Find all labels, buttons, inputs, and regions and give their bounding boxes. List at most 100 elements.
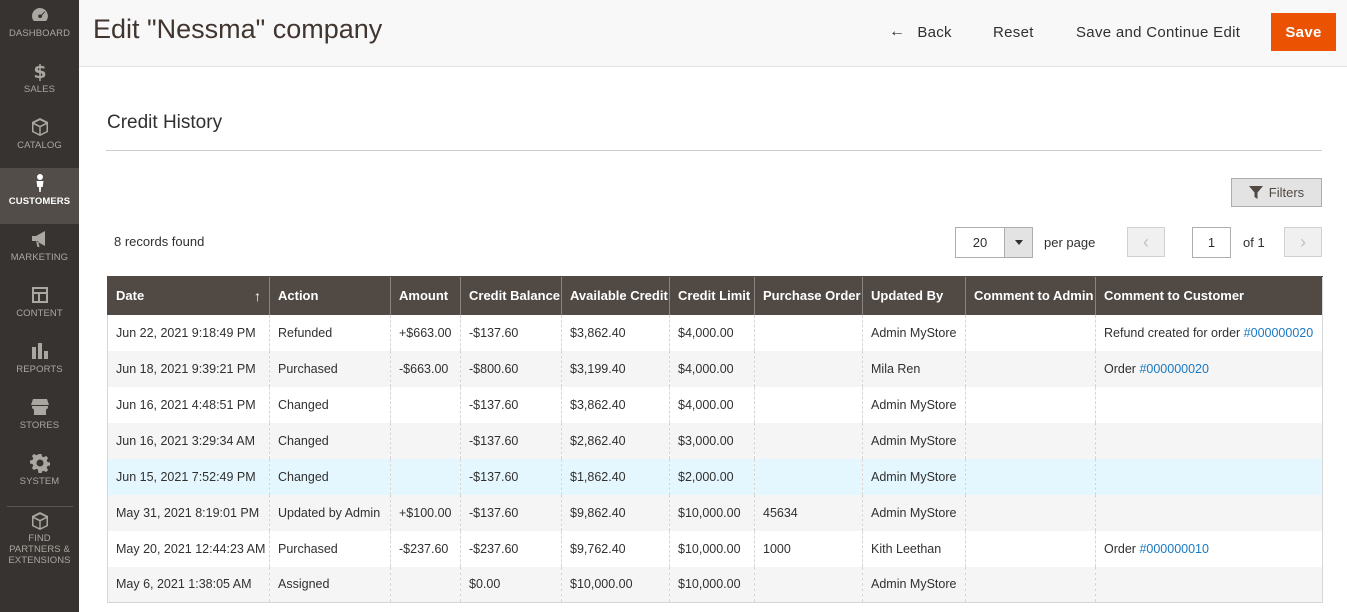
layout-icon: [29, 284, 51, 306]
table-row[interactable]: Jun 16, 2021 4:48:51 PM Changed -$137.60 $3…: [108, 386, 1323, 423]
cell-comment-to-customer: Order #000000020: [1095, 350, 1323, 387]
cell-purchase-order: [754, 566, 863, 603]
cell-comment-to-customer: Refund created for order #000000020: [1095, 314, 1323, 351]
column-header-credit-limit[interactable]: Credit Limit: [669, 276, 755, 315]
table-row[interactable]: May 6, 2021 1:38:05 AM Assigned $0.00 $10,0…: [107, 566, 1323, 603]
nav-find-partners-label: FIND PARTNERS & EXTENSIONS: [8, 533, 71, 566]
column-header-available-credit[interactable]: Available Credit: [561, 276, 670, 315]
cell-comment-to-admin: [965, 350, 1096, 387]
table-row[interactable]: Jun 18, 2021 9:39:21 PM Purchased -$663.00…: [107, 350, 1323, 387]
cell-comment-to-admin: [965, 494, 1096, 531]
nav-dashboard[interactable]: DASHBOARD: [0, 0, 79, 56]
table-row[interactable]: May 31, 2021 8:19:01 PM Updated by Admin +…: [107, 494, 1323, 531]
cell-updated-by: Mila Ren: [862, 350, 966, 387]
cell-amount: +$663.00: [390, 314, 461, 351]
cell-credit-balance: -$137.60: [460, 314, 562, 351]
save-button[interactable]: Save: [1271, 13, 1336, 51]
cell-credit-balance: -$800.60: [460, 350, 562, 387]
nav-system-label: SYSTEM: [19, 476, 60, 487]
save-and-continue-button[interactable]: Save and Continue Edit: [1076, 13, 1240, 51]
cell-action: Purchased: [269, 350, 391, 387]
column-header-action[interactable]: Action: [269, 276, 391, 315]
dollar-icon: $: [29, 60, 51, 82]
page-title: Edit "Nessma" company: [93, 14, 383, 44]
nav-content[interactable]: CONTENT: [0, 280, 79, 336]
nav-stores-label: STORES: [19, 420, 60, 431]
svg-text:$: $: [33, 61, 46, 81]
cell-credit-limit: $3,000.00: [669, 422, 755, 459]
nav-marketing[interactable]: MARKETING: [0, 224, 79, 280]
person-icon: [29, 172, 51, 194]
cell-comment-to-admin: [965, 386, 1096, 423]
cell-date: Jun 16, 2021 3:29:34 AM: [107, 422, 270, 459]
table-header-row: Date ↑ Action Amount Credit Balance Avail…: [107, 276, 1323, 315]
cube-icon: [29, 116, 51, 138]
cell-action: Changed: [269, 458, 391, 495]
filter-icon: [1248, 186, 1263, 199]
cell-action: Refunded: [269, 314, 391, 351]
per-page-toggle[interactable]: [1004, 228, 1032, 257]
nav-marketing-label: MARKETING: [10, 252, 69, 263]
cell-action: Purchased: [269, 530, 391, 567]
back-button[interactable]: ← Back: [889, 13, 952, 51]
previous-page-button[interactable]: ‹: [1127, 227, 1165, 257]
order-link[interactable]: #000000010: [1139, 542, 1209, 556]
nav-dashboard-label: DASHBOARD: [8, 28, 71, 39]
cell-amount: -$663.00: [390, 350, 461, 387]
cell-date: Jun 22, 2021 9:18:49 PM: [116, 325, 256, 340]
sort-ascending-icon: ↑: [254, 287, 261, 304]
column-header-comment-to-admin[interactable]: Comment to Admin: [965, 276, 1096, 315]
table-row[interactable]: May 20, 2021 12:44:23 AM Purchased -$237.6…: [108, 530, 1323, 567]
order-link[interactable]: #000000020: [1139, 362, 1209, 376]
cell-date: May 31, 2021 8:19:01 PM: [107, 494, 270, 531]
cell-purchase-order: [754, 386, 863, 423]
section-divider: [106, 150, 1322, 151]
back-button-label: Back: [917, 23, 952, 41]
nav-catalog[interactable]: CATALOG: [0, 112, 79, 168]
cell-purchase-order: 1000: [754, 530, 863, 567]
cell-available-credit: $3,862.40: [561, 314, 670, 351]
records-count: 8 records found: [114, 234, 205, 249]
cell-comment-to-customer: [1095, 494, 1323, 531]
cell-credit-limit: $4,000.00: [669, 386, 755, 423]
cell-comment-to-customer: [1095, 566, 1323, 603]
cell-comment-to-customer: [1095, 458, 1323, 495]
table-row[interactable]: Jun 15, 2021 7:52:49 PM Changed -$137.60 $1…: [107, 458, 1323, 495]
cell-purchase-order: [754, 458, 863, 495]
column-header-comment-to-customer[interactable]: Comment to Customer: [1095, 276, 1323, 315]
dashboard-icon: [29, 4, 51, 26]
cell-comment-to-admin: [965, 422, 1096, 459]
table-row[interactable]: Jun 22, 2021 9:18:49 PM Refunded +$663.00-…: [108, 314, 1323, 351]
nav-reports[interactable]: REPORTS: [0, 336, 79, 392]
page-header: Edit "Nessma" company ← Back Reset Save …: [79, 0, 1347, 67]
cell-updated-by: Admin MyStore: [862, 422, 966, 459]
cell-comment-to-admin: [965, 314, 1096, 351]
nav-stores[interactable]: STORES: [0, 392, 79, 448]
order-link[interactable]: #000000020: [1244, 326, 1314, 340]
column-header-amount[interactable]: Amount: [390, 276, 461, 315]
nav-find-partners[interactable]: FIND PARTNERS & EXTENSIONS: [0, 509, 79, 566]
nav-customers[interactable]: CUSTOMERS: [0, 168, 79, 224]
nav-catalog-label: CATALOG: [17, 140, 62, 151]
per-page-select[interactable]: 20: [955, 227, 1033, 258]
current-page-input[interactable]: [1192, 227, 1231, 258]
cell-credit-balance: $0.00: [460, 566, 562, 603]
page-total: of 1: [1243, 235, 1265, 250]
filters-button[interactable]: Filters: [1231, 178, 1322, 207]
column-header-updated-by[interactable]: Updated By: [862, 276, 966, 315]
cell-credit-balance: -$137.60: [460, 386, 562, 423]
column-header-credit-balance[interactable]: Credit Balance: [460, 276, 562, 315]
nav-sales[interactable]: $ SALES: [0, 56, 79, 112]
comment-text: Refund created for order: [1104, 325, 1244, 340]
next-page-button[interactable]: ›: [1284, 227, 1322, 257]
chevron-left-icon: ‹: [1143, 231, 1149, 252]
reset-button[interactable]: Reset: [993, 13, 1034, 51]
column-header-purchase-order[interactable]: Purchase Order: [754, 276, 863, 315]
cell-available-credit: $3,862.40: [561, 386, 670, 423]
column-header-date[interactable]: Date ↑: [107, 276, 270, 315]
cell-credit-limit: $10,000.00: [669, 530, 755, 567]
table-row[interactable]: Jun 16, 2021 3:29:34 AM Changed -$137.60 $2…: [107, 422, 1323, 459]
nav-system[interactable]: SYSTEM: [0, 448, 79, 504]
cell-amount: [390, 458, 461, 495]
cell-comment-to-admin: [965, 566, 1096, 603]
